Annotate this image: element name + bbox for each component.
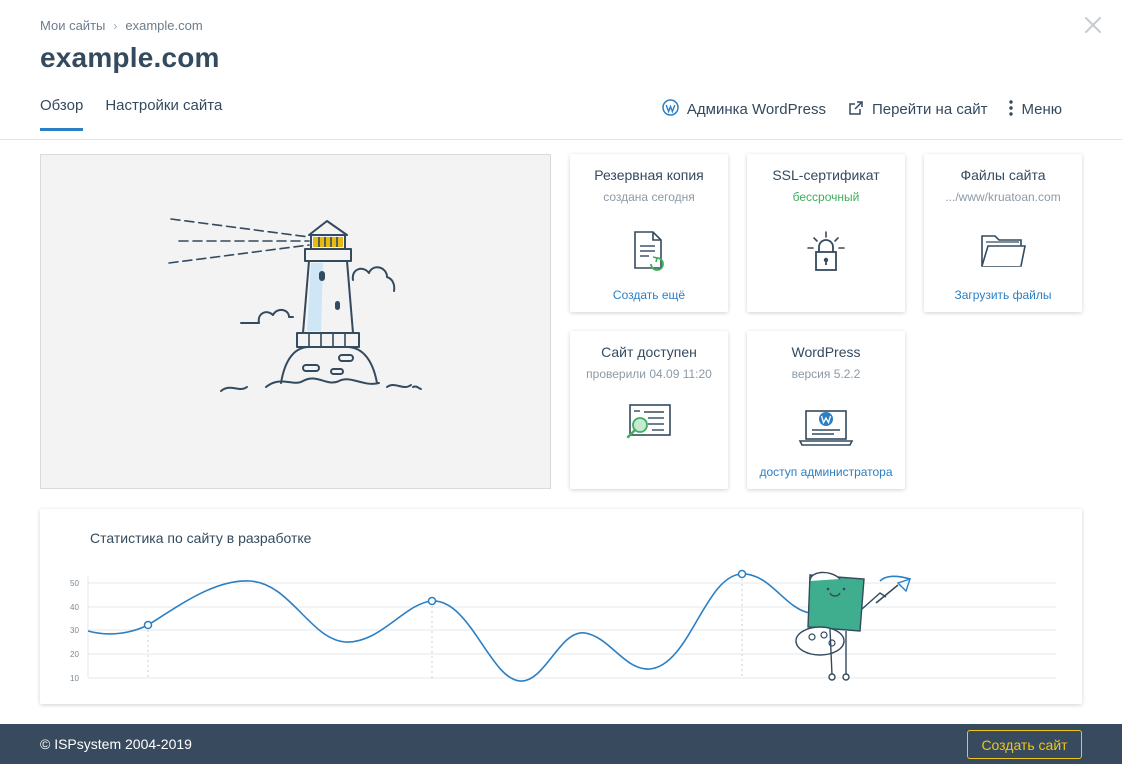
menu-label: Меню bbox=[1021, 101, 1062, 118]
backup-title: Резервная копия bbox=[594, 167, 704, 183]
page-title: example.com bbox=[40, 42, 220, 73]
ssl-card: SSL-сертификат бессрочный bbox=[747, 154, 905, 312]
tab-site-settings[interactable]: Настройки сайта bbox=[105, 97, 222, 131]
ssl-title: SSL-сертификат bbox=[772, 167, 880, 183]
tab-overview[interactable]: Обзор bbox=[40, 97, 84, 131]
files-title: Файлы сайта bbox=[960, 167, 1046, 183]
upload-files-link[interactable]: Загрузить файлы bbox=[924, 288, 1082, 302]
ssl-subtitle: бессрочный bbox=[792, 190, 860, 204]
breadcrumb-current: example.com bbox=[125, 18, 203, 33]
availability-subtitle: проверили 04.09 11:20 bbox=[586, 367, 712, 381]
document-refresh-icon bbox=[570, 230, 728, 272]
breadcrumb: Мои сайты › example.com bbox=[40, 18, 203, 33]
footer: © ISPsystem 2004-2019 Создать сайт bbox=[0, 724, 1122, 764]
lighthouse-illustration bbox=[40, 154, 551, 489]
stats-panel: Статистика по сайту в разработке 50 40 3… bbox=[40, 509, 1082, 704]
wp-admin-button[interactable]: Админка WordPress bbox=[662, 99, 826, 120]
header-actions: Админка WordPress Перейти на сайт Меню bbox=[662, 99, 1062, 120]
breadcrumb-separator: › bbox=[113, 18, 118, 33]
create-backup-link[interactable]: Создать ещё bbox=[570, 288, 728, 302]
stats-placeholder-chart: 50 40 30 20 10 bbox=[70, 569, 1056, 683]
create-site-button[interactable]: Создать сайт bbox=[967, 730, 1082, 759]
magnifier-page-icon bbox=[570, 403, 728, 443]
close-icon[interactable] bbox=[1082, 14, 1104, 36]
padlock-icon bbox=[747, 230, 905, 274]
goto-site-label: Перейти на сайт bbox=[871, 101, 988, 118]
y-tick-50: 50 bbox=[70, 579, 79, 588]
goto-site-button[interactable]: Перейти на сайт bbox=[848, 100, 988, 120]
files-path: .../www/kruatoan.com bbox=[945, 190, 1061, 204]
external-link-icon bbox=[848, 100, 864, 120]
files-card: Файлы сайта .../www/kruatoan.com Загрузи… bbox=[924, 154, 1082, 312]
backup-subtitle: создана сегодня bbox=[603, 190, 695, 204]
copyright-text: © ISPsystem 2004-2019 bbox=[40, 736, 192, 752]
y-tick-30: 30 bbox=[70, 626, 79, 635]
y-tick-10: 10 bbox=[70, 674, 79, 683]
tab-bar: Обзор Настройки сайта bbox=[40, 97, 222, 131]
backup-card: Резервная копия создана сегодня Создать … bbox=[570, 154, 728, 312]
breadcrumb-root-link[interactable]: Мои сайты bbox=[40, 18, 105, 33]
folder-icon bbox=[924, 230, 1082, 270]
availability-title: Сайт доступен bbox=[601, 344, 697, 360]
wp-admin-label: Админка WordPress bbox=[686, 101, 826, 118]
vertical-dots-icon bbox=[1009, 99, 1014, 120]
y-tick-20: 20 bbox=[70, 650, 79, 659]
admin-access-link[interactable]: доступ администратора bbox=[747, 465, 905, 479]
painter-character bbox=[795, 571, 912, 681]
wordpress-title: WordPress bbox=[791, 344, 861, 360]
availability-card: Сайт доступен проверили 04.09 11:20 bbox=[570, 331, 728, 489]
y-tick-40: 40 bbox=[70, 603, 79, 612]
menu-button[interactable]: Меню bbox=[1009, 99, 1062, 120]
wordpress-laptop-icon bbox=[747, 407, 905, 447]
wordpress-icon bbox=[662, 99, 679, 120]
wordpress-version: версия 5.2.2 bbox=[791, 367, 861, 381]
wordpress-card: WordPress версия 5.2.2 доступ администра… bbox=[747, 331, 905, 489]
header-divider bbox=[0, 139, 1122, 140]
